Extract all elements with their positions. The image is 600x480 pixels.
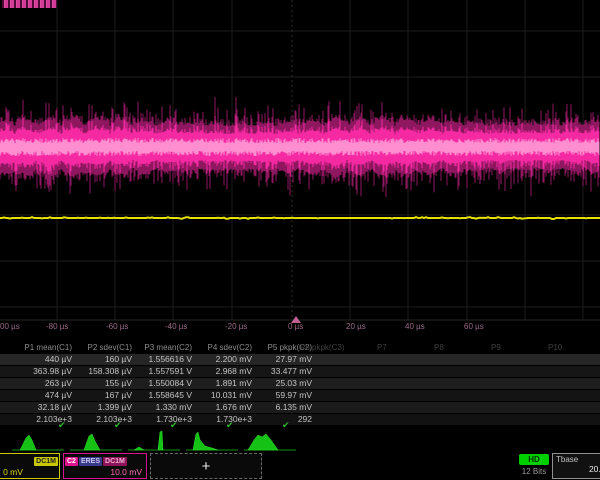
c2-scale-value: 10.0 mV	[64, 467, 146, 477]
measure-value: 1.891 mV	[196, 378, 256, 389]
c2-label: C2	[65, 457, 78, 466]
timebase-value: 20.0 µs	[553, 464, 600, 474]
measure-value: 155 µV	[76, 378, 136, 389]
measure-header-p6[interactable]: P6 pkpk(C3)	[300, 342, 352, 353]
axis-tick-label: -40 µs	[165, 322, 205, 331]
measure-header-p1[interactable]: P1 mean(C1)	[16, 342, 76, 353]
axis-tick-label: 20 µs	[346, 322, 386, 331]
measure-header-p3[interactable]: P3 mean(C2)	[136, 342, 196, 353]
measure-row-min: 263 µV 155 µV 1.550084 V 1.891 mV 25.03 …	[0, 378, 600, 390]
axis-tick-label: -80 µs	[46, 322, 86, 331]
measure-header-p7[interactable]: P7	[377, 342, 429, 353]
c2-eres-badge: ERES	[79, 457, 102, 466]
measure-row-value: 440 µV 160 µV 1.556616 V 2.200 mV 27.97 …	[0, 354, 600, 366]
measure-row-sdev: 32.18 µV 1.399 µV 1.330 mV 1.676 mV 6.13…	[0, 402, 600, 414]
plus-icon: +	[202, 458, 211, 475]
measure-value: 167 µV	[76, 390, 136, 401]
timebase-descriptor[interactable]: Tbase 20.0 µs	[552, 453, 600, 479]
measure-value: 1.550084 V	[136, 378, 196, 389]
channel-c1-descriptor[interactable]: C1 DC1M 0 mV	[0, 453, 60, 479]
waveform-grid	[0, 0, 600, 332]
add-trace-button[interactable]: +	[150, 453, 262, 479]
measure-value: 27.97 mV	[256, 354, 316, 365]
histicon-p4[interactable]	[193, 432, 218, 450]
axis-tick-label: 40 µs	[405, 322, 445, 331]
measure-value: 160 µV	[76, 354, 136, 365]
axis-tick-label: 60 µs	[464, 322, 504, 331]
measure-value: 10.031 mV	[196, 390, 256, 401]
measure-value: 1.330 mV	[136, 402, 196, 413]
timebase-label: Tbase	[553, 454, 600, 464]
measure-value: 1.556616 V	[136, 354, 196, 365]
measure-header-p10[interactable]: P10	[548, 342, 600, 353]
axis-tick-label: 00 µs	[0, 322, 40, 331]
measure-header-p2[interactable]: P2 sdev(C1)	[76, 342, 136, 353]
measurement-table: P1 mean(C1) P2 sdev(C1) P3 mean(C2) P4 s…	[0, 342, 600, 426]
channel-c2-descriptor[interactable]: C2 ERES DC1M 10.0 mV	[63, 453, 147, 479]
measure-value: 59.97 mV	[256, 390, 316, 401]
trigger-position-marker[interactable]	[291, 316, 301, 323]
c1-scale-value: 0 mV	[0, 467, 59, 477]
measure-row-max: 474 µV 167 µV 1.558645 V 10.031 mV 59.97…	[0, 390, 600, 402]
measure-header-p8[interactable]: P8	[434, 342, 486, 353]
measure-value: 263 µV	[16, 378, 76, 389]
measure-value: 33.477 mV	[256, 366, 316, 377]
measure-value: 32.18 µV	[16, 402, 76, 413]
oscilloscope-screen: 00 µs -80 µs -60 µs -40 µs -20 µs 0 µs 2…	[0, 0, 600, 480]
measure-value: 158.308 µV	[76, 366, 136, 377]
hd-mode-badge[interactable]: HD	[519, 454, 549, 465]
hd-bits-label: 12 Bits	[513, 467, 555, 476]
measure-header-row: P1 mean(C1) P2 sdev(C1) P3 mean(C2) P4 s…	[0, 342, 600, 354]
c1-coupling-badge: DC1M	[34, 457, 58, 466]
axis-tick-label: -20 µs	[225, 322, 265, 331]
c2-coupling-badge: DC1M	[103, 457, 127, 466]
measure-value: 363.98 µV	[16, 366, 76, 377]
histicon-p2[interactable]	[84, 434, 100, 450]
measure-value: 474 µV	[16, 390, 76, 401]
measure-value: 1.558645 V	[136, 390, 196, 401]
c1-trace	[0, 217, 600, 219]
measure-header-p9[interactable]: P9	[491, 342, 543, 353]
axis-tick-label: 0 µs	[288, 322, 328, 331]
measure-value: 2.200 mV	[196, 354, 256, 365]
measure-header-p4[interactable]: P4 sdev(C2)	[196, 342, 256, 353]
measure-histicons[interactable]	[0, 428, 600, 454]
measure-value: 2.968 mV	[196, 366, 256, 377]
histicon-p1[interactable]	[20, 435, 36, 450]
measure-value: 25.03 mV	[256, 378, 316, 389]
measure-value: 440 µV	[16, 354, 76, 365]
measure-value: 1.557591 V	[136, 366, 196, 377]
measure-row-mean: 363.98 µV 158.308 µV 1.557591 V 2.968 mV…	[0, 366, 600, 378]
measure-value: 1.399 µV	[76, 402, 136, 413]
measure-value: 1.676 mV	[196, 402, 256, 413]
histicon-p5[interactable]	[248, 434, 278, 450]
histicon-p3[interactable]	[134, 431, 163, 450]
measure-value: 6.135 mV	[256, 402, 316, 413]
axis-tick-label: -60 µs	[106, 322, 146, 331]
trace-annotation-badge	[2, 0, 57, 8]
